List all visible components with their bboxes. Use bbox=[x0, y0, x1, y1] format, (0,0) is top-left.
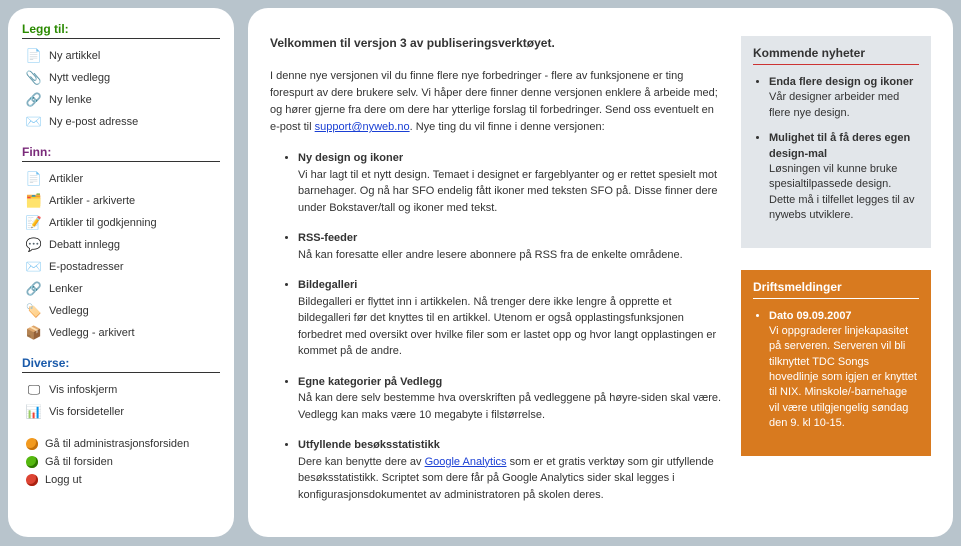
section-head-misc: Diverse: bbox=[22, 356, 220, 373]
sidebar-item-attachments-archived[interactable]: 📦 Vedlegg - arkivert bbox=[22, 322, 220, 344]
feature-list: Ny design og ikoner Vi har lagt til et ny… bbox=[270, 150, 723, 503]
sidebar-item-label: Gå til administrasjonsforsiden bbox=[45, 438, 189, 450]
feature-heading: Egne kategorier på Vedlegg bbox=[298, 374, 723, 391]
main: Velkommen til versjon 3 av publiseringsv… bbox=[248, 8, 953, 537]
sidebar-item-links[interactable]: 🔗 Lenker bbox=[22, 278, 220, 300]
sidebar-item-label: Debatt innlegg bbox=[49, 239, 120, 251]
feature-item: RSS-feeder Nå kan foresatte eller andre l… bbox=[298, 230, 723, 263]
upcoming-news-title: Kommende nyheter bbox=[753, 46, 919, 65]
sidebar-item-label: Vedlegg - arkivert bbox=[49, 327, 135, 339]
feature-heading: RSS-feeder bbox=[298, 230, 723, 247]
new-article-icon: 📄 bbox=[26, 48, 42, 64]
upcoming-news-box: Kommende nyheter Enda flere design og ik… bbox=[741, 36, 931, 248]
sidebar-item-new-email[interactable]: ✉️ Ny e-post adresse bbox=[22, 111, 220, 133]
feature-heading: Ny design og ikoner bbox=[298, 150, 723, 167]
feature-body: Nå kan foresatte eller andre lesere abon… bbox=[298, 249, 683, 261]
goto-front-icon bbox=[26, 456, 38, 468]
sidebar-item-articles-archived[interactable]: 🗂️ Artikler - arkiverte bbox=[22, 190, 220, 212]
articles-icon: 📄 bbox=[26, 171, 42, 187]
sidebar-item-label: Ny artikkel bbox=[49, 50, 100, 62]
section-head-add: Legg til: bbox=[22, 22, 220, 39]
feature-body: Bildegalleri er flyttet inn i artikkelen… bbox=[298, 296, 716, 358]
new-email-icon: ✉️ bbox=[26, 114, 42, 130]
section-head-find: Finn: bbox=[22, 145, 220, 162]
sidebar-item-label: Vis infoskjerm bbox=[49, 384, 117, 396]
sidebar-item-label: Gå til forsiden bbox=[45, 456, 113, 468]
sidebar: Legg til: 📄 Ny artikkel 📎 Nytt vedlegg 🔗 Ny le… bbox=[8, 8, 234, 537]
list-item: Mulighet til å få deres egen design-malL… bbox=[769, 131, 919, 223]
list-item: Enda flere design og ikonerVår designer … bbox=[769, 75, 919, 121]
sidebar-item-label: Lenker bbox=[49, 283, 83, 295]
attachments-icon: 🏷️ bbox=[26, 303, 42, 319]
sidebar-item-logout[interactable]: Logg ut bbox=[22, 471, 220, 489]
feature-item: Ny design og ikoner Vi har lagt til et ny… bbox=[298, 150, 723, 216]
show-counter-icon: 📊 bbox=[26, 404, 42, 420]
upcoming-news-list: Enda flere design og ikonerVår designer … bbox=[753, 75, 919, 224]
emails-icon: ✉️ bbox=[26, 259, 42, 275]
sidebar-item-attachments[interactable]: 🏷️ Vedlegg bbox=[22, 300, 220, 322]
intro-paragraph: I denne nye versjonen vil du finne flere… bbox=[270, 68, 723, 136]
feature-heading: Utfyllende besøksstatistikk bbox=[298, 437, 723, 454]
sidebar-item-goto-front[interactable]: Gå til forsiden bbox=[22, 453, 220, 471]
sidebar-item-label: Logg ut bbox=[45, 474, 82, 486]
operations-list: Dato 09.09.2007Vi oppgraderer linjekapas… bbox=[753, 309, 919, 432]
sidebar-item-show-infoscreen[interactable]: 🖵 Vis infoskjerm bbox=[22, 379, 220, 401]
sidebar-item-label: Artikler til godkjenning bbox=[49, 217, 157, 229]
operations-title: Driftsmeldinger bbox=[753, 280, 919, 299]
sidebar-item-label: E-postadresser bbox=[49, 261, 124, 273]
feature-link[interactable]: Google Analytics bbox=[425, 456, 507, 468]
feature-item: Bildegalleri Bildegalleri er flyttet inn … bbox=[298, 277, 723, 360]
new-attachment-icon: 📎 bbox=[26, 70, 42, 86]
sidebar-item-label: Vedlegg bbox=[49, 305, 89, 317]
sidebar-item-articles-approve[interactable]: 📝 Artikler til godkjenning bbox=[22, 212, 220, 234]
articles-approve-icon: 📝 bbox=[26, 215, 42, 231]
debate-posts-icon: 💬 bbox=[26, 237, 42, 253]
sidebar-item-label: Ny lenke bbox=[49, 94, 92, 106]
articles-archived-icon: 🗂️ bbox=[26, 193, 42, 209]
list-item: Dato 09.09.2007Vi oppgraderer linjekapas… bbox=[769, 309, 919, 432]
sidebar-item-label: Artikler - arkiverte bbox=[49, 195, 135, 207]
new-link-icon: 🔗 bbox=[26, 92, 42, 108]
sidebar-item-debate-posts[interactable]: 💬 Debatt innlegg bbox=[22, 234, 220, 256]
logout-icon bbox=[26, 474, 38, 486]
feature-item: Utfyllende besøksstatistikkDere kan beny… bbox=[298, 437, 723, 503]
right-column: Kommende nyheter Enda flere design og ik… bbox=[741, 36, 931, 478]
sidebar-item-label: Artikler bbox=[49, 173, 83, 185]
show-infoscreen-icon: 🖵 bbox=[26, 382, 42, 398]
intro-text-post: . Nye ting du vil finne i denne versjone… bbox=[410, 121, 605, 133]
support-email-link[interactable]: support@nyweb.no bbox=[315, 121, 410, 133]
sidebar-item-label: Ny e-post adresse bbox=[49, 116, 138, 128]
sidebar-item-show-counter[interactable]: 📊 Vis forsideteller bbox=[22, 401, 220, 423]
page-title: Velkommen til versjon 3 av publiseringsv… bbox=[270, 36, 723, 50]
sidebar-item-new-link[interactable]: 🔗 Ny lenke bbox=[22, 89, 220, 111]
sidebar-item-label: Nytt vedlegg bbox=[49, 72, 110, 84]
feature-body: Vi har lagt til et nytt design. Temaet i… bbox=[298, 169, 717, 214]
feature-body: Nå kan dere selv bestemme hva overskrift… bbox=[298, 392, 721, 421]
feature-heading: Bildegalleri bbox=[298, 277, 723, 294]
feature-item: Egne kategorier på VedleggNå kan dere se… bbox=[298, 374, 723, 424]
sidebar-item-admin-front[interactable]: Gå til administrasjonsforsiden bbox=[22, 435, 220, 453]
links-icon: 🔗 bbox=[26, 281, 42, 297]
content-column: Velkommen til versjon 3 av publiseringsv… bbox=[270, 36, 723, 517]
operations-box: Driftsmeldinger Dato 09.09.2007Vi oppgra… bbox=[741, 270, 931, 456]
sidebar-item-new-article[interactable]: 📄 Ny artikkel bbox=[22, 45, 220, 67]
sidebar-item-new-attachment[interactable]: 📎 Nytt vedlegg bbox=[22, 67, 220, 89]
sidebar-item-label: Vis forsideteller bbox=[49, 406, 124, 418]
attachments-archived-icon: 📦 bbox=[26, 325, 42, 341]
sidebar-item-articles[interactable]: 📄 Artikler bbox=[22, 168, 220, 190]
admin-front-icon bbox=[26, 438, 38, 450]
sidebar-item-emails[interactable]: ✉️ E-postadresser bbox=[22, 256, 220, 278]
